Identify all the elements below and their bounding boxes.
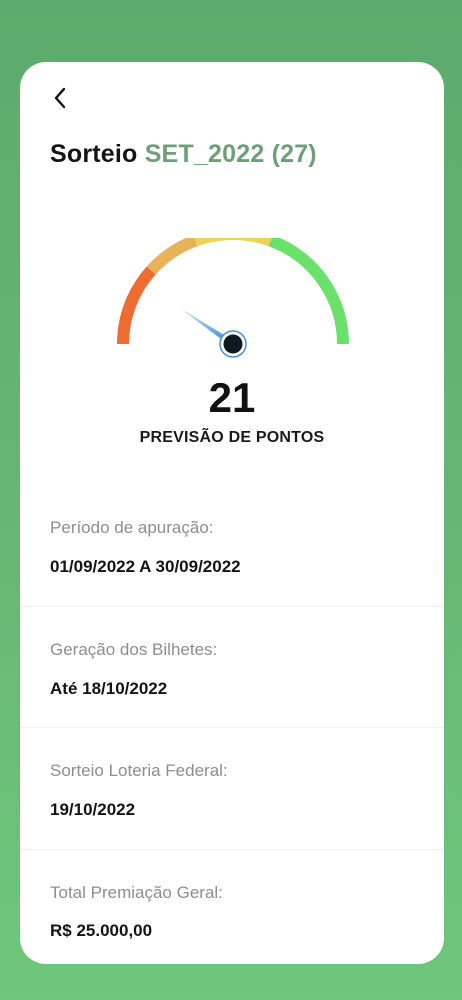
- points-forecast-label: PREVISÃO DE PONTOS: [139, 429, 325, 446]
- federal-lottery-label: Sorteio Loteria Federal:: [50, 761, 228, 780]
- federal-lottery-value: 19/10/2022: [50, 800, 136, 819]
- gauge-segment-yellow: [194, 238, 272, 247]
- divider: [20, 727, 444, 728]
- divider: [20, 606, 444, 607]
- page-title: Sorteio SET_2022 (27): [50, 140, 317, 169]
- title-draw-code: SET_2022 (27): [144, 140, 317, 168]
- period-value: 01/09/2022 A 30/09/2022: [50, 557, 241, 576]
- points-forecast-value: 21: [208, 374, 256, 421]
- total-prize-label: Total Premiação Geral:: [50, 883, 223, 902]
- chevron-left-icon: [54, 87, 66, 109]
- points-gauge: [117, 238, 349, 358]
- gauge-segment-green: [268, 238, 349, 345]
- total-prize-value: R$ 25.000,00: [50, 921, 153, 940]
- period-label: Período de apuração:: [50, 518, 214, 537]
- ticket-generation-value: Até 18/10/2022: [50, 679, 168, 698]
- draw-details-card: Sorteio SET_2022 (27) 21 PREVISÃO DE PON…: [20, 62, 444, 964]
- divider: [20, 849, 444, 850]
- gauge-segment-red: [117, 266, 156, 345]
- title-prefix: Sorteio: [50, 140, 138, 168]
- ticket-generation-label: Geração dos Bilhetes:: [50, 640, 218, 659]
- gauge-segment-orange: [146, 238, 198, 275]
- back-button[interactable]: [46, 84, 74, 112]
